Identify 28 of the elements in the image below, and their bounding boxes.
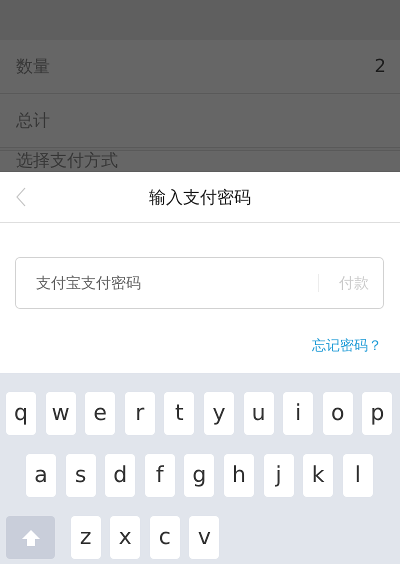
- keyboard-key[interactable]: q: [6, 392, 36, 435]
- keyboard-key[interactable]: l: [342, 454, 373, 497]
- keyboard-key[interactable]: z: [70, 516, 101, 559]
- keyboard-key[interactable]: y: [204, 392, 234, 435]
- keyboard-key[interactable]: r: [124, 392, 155, 435]
- arrow-up-icon: [20, 528, 40, 546]
- row-value: 2: [374, 56, 386, 77]
- keyboard-key[interactable]: k: [303, 454, 334, 497]
- keyboard-key[interactable]: x: [110, 516, 140, 559]
- keyboard-key[interactable]: h: [224, 454, 254, 497]
- shift-key[interactable]: [6, 516, 55, 559]
- keyboard-key[interactable]: u: [244, 392, 274, 435]
- keyboard-key[interactable]: i: [283, 392, 314, 435]
- keyboard-key[interactable]: f: [144, 454, 175, 497]
- keyboard-key[interactable]: p: [362, 392, 392, 435]
- keyboard-key[interactable]: a: [26, 454, 56, 497]
- keyboard-key[interactable]: c: [150, 516, 180, 559]
- keyboard-key[interactable]: w: [46, 392, 76, 435]
- keyboard-key[interactable]: s: [66, 454, 96, 497]
- keyboard-key[interactable]: o: [322, 392, 353, 435]
- keyboard-key[interactable]: d: [105, 454, 136, 497]
- keyboard-key[interactable]: g: [184, 454, 214, 497]
- keyboard-key[interactable]: j: [264, 454, 294, 497]
- keyboard-key[interactable]: e: [85, 392, 116, 435]
- sheet-title: 输入支付密码: [149, 186, 251, 208]
- keyboard-key[interactable]: v: [189, 516, 220, 559]
- back-icon[interactable]: [16, 187, 26, 207]
- keyboard-key[interactable]: t: [164, 392, 194, 435]
